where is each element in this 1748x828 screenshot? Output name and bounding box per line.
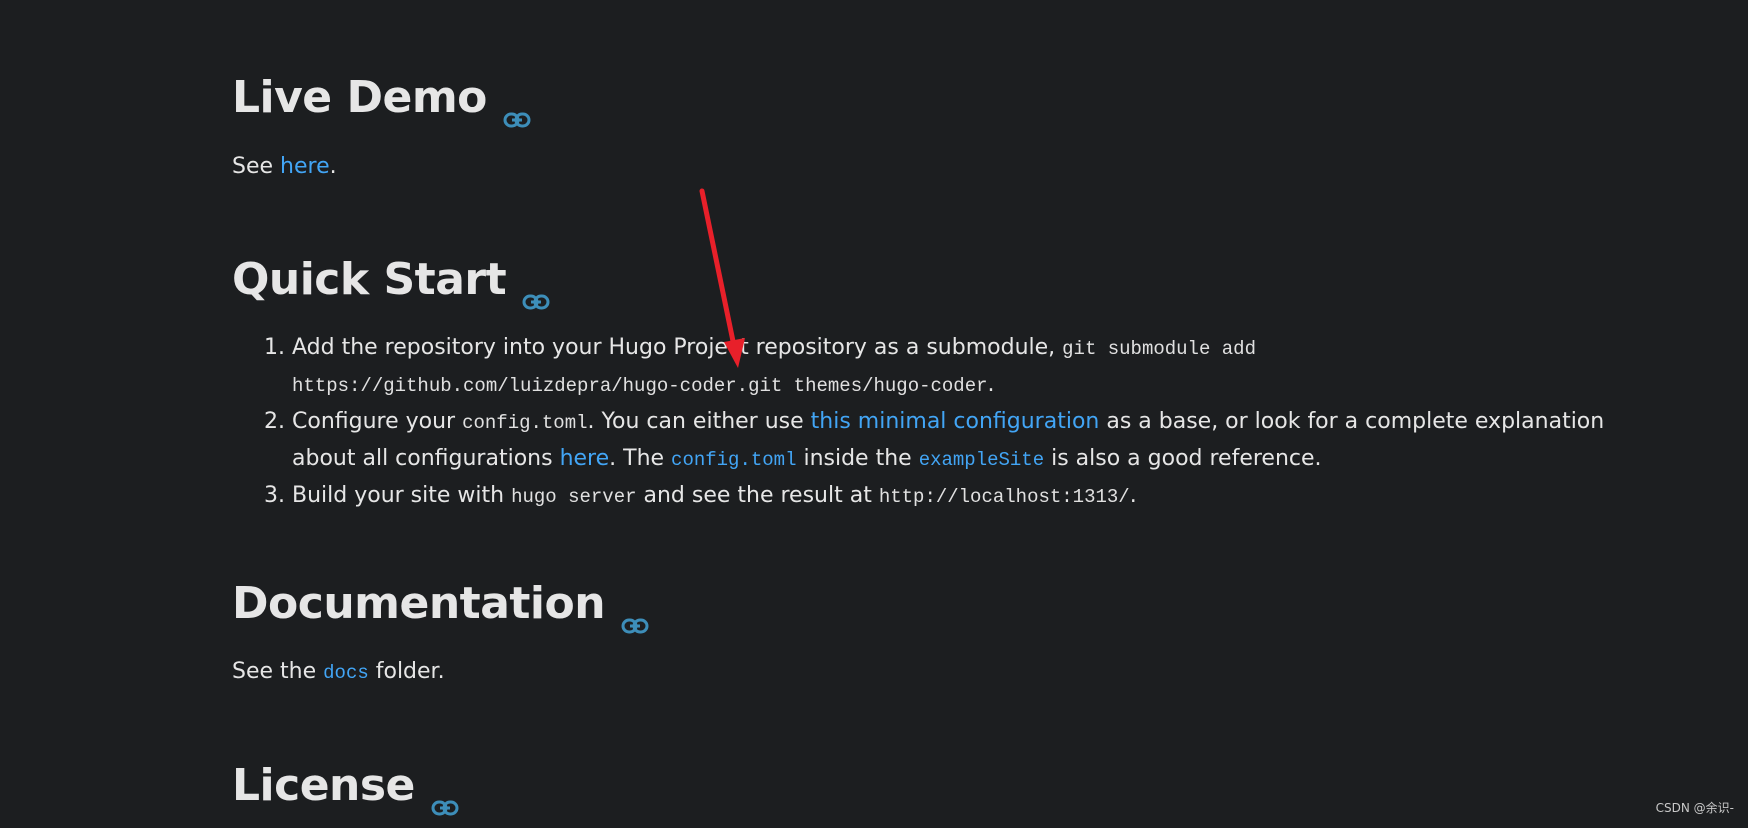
list-item: Build your site with hugo server and see… [292,478,1672,515]
config-toml-link-code[interactable]: config.toml [671,449,796,471]
step-2-text: Configure your [292,409,463,434]
heading-license: License [232,760,459,815]
link-icon[interactable] [431,777,459,815]
heading-documentation-text: Documentation [232,578,606,629]
step-3-period: . [1129,483,1137,508]
link-icon[interactable] [522,271,550,309]
link-icon[interactable] [503,89,531,127]
step-2-text-4: . The [609,446,672,471]
step-3-localhost-code: http://localhost:1313/ [878,486,1130,508]
step-2-text-6: is also a good reference. [1044,446,1322,471]
step-3-text-2: and see the result at [636,483,879,508]
live-demo-here-link[interactable]: here [280,154,330,179]
step-2-text-2: . You can either use [587,409,811,434]
step-1-text: Add the repository into your Hugo Projec… [292,335,1063,360]
example-site-link[interactable]: exampleSite [919,446,1044,471]
list-item: Add the repository into your Hugo Projec… [292,330,1292,404]
configurations-here-link[interactable]: here [560,446,610,471]
step-1-period: . [987,372,995,397]
minimal-configuration-link[interactable]: this minimal configuration [811,409,1100,434]
step-3-hugo-server-code: hugo server [511,486,637,508]
heading-live-demo-text: Live Demo [232,72,487,123]
live-demo-period: . [329,154,337,179]
heading-live-demo: Live Demo [232,72,531,127]
link-icon[interactable] [621,595,649,633]
documentation-paragraph: See the docs folder. [232,659,445,684]
heading-documentation: Documentation [232,578,649,633]
docs-folder-link[interactable]: docs [323,659,369,684]
documentation-text-after: folder. [368,659,445,684]
config-toml-link[interactable]: config.toml [671,446,796,471]
live-demo-text: See [232,154,281,179]
heading-license-text: License [232,760,415,811]
heading-quick-start: Quick Start [232,254,550,309]
step-2-text-5: inside the [796,446,919,471]
heading-quick-start-text: Quick Start [232,254,507,305]
example-site-link-code[interactable]: exampleSite [919,449,1044,471]
docs-folder-link-code[interactable]: docs [323,662,369,684]
list-item: Configure your config.toml. You can eith… [292,404,1672,478]
step-2-config-code: config.toml [462,412,588,434]
documentation-text: See the [232,659,324,684]
watermark: CSDN @余识- [1655,801,1734,815]
live-demo-paragraph: See here. [232,154,337,179]
quick-start-steps: Add the repository into your Hugo Projec… [232,330,1672,515]
step-3-text: Build your site with [292,483,512,508]
